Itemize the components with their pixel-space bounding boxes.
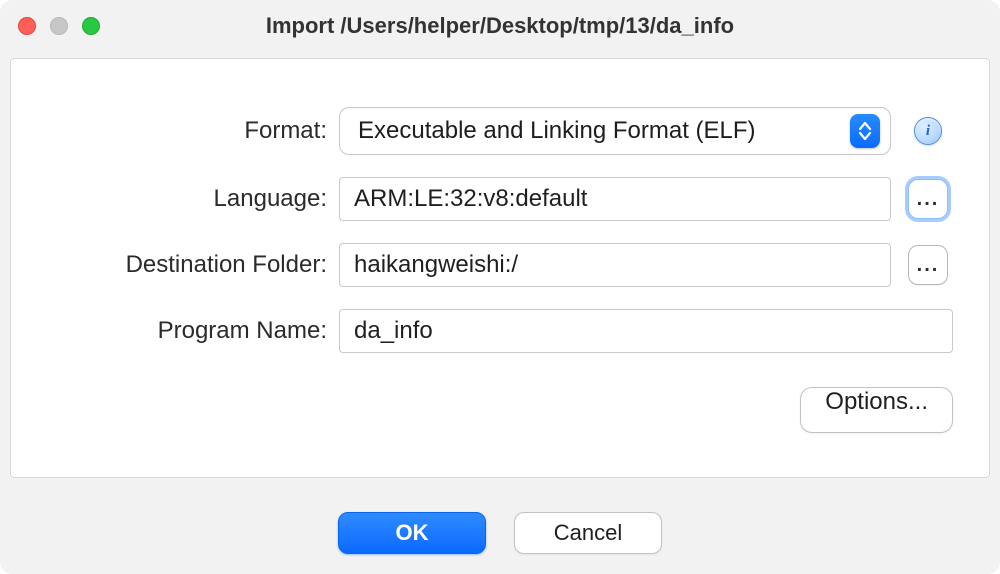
options-button[interactable]: Options... [800, 387, 953, 433]
format-select-value: Executable and Linking Format (ELF) [358, 117, 756, 145]
import-form: Format: Executable and Linking Format (E… [47, 107, 953, 353]
language-value: ARM:LE:32:v8:default [354, 185, 587, 213]
language-label: Language: [47, 185, 327, 213]
maximize-window-icon[interactable] [82, 17, 100, 35]
info-icon[interactable]: i [914, 117, 942, 145]
window-controls [18, 17, 100, 35]
cancel-button[interactable]: Cancel [514, 512, 662, 554]
destination-folder-value: haikangweishi:/ [354, 251, 518, 279]
format-label: Format: [47, 117, 327, 145]
language-browse-button[interactable]: ... [908, 179, 948, 219]
chevron-up-down-icon [850, 114, 880, 148]
program-name-label: Program Name: [47, 317, 327, 345]
destination-folder-label: Destination Folder: [47, 251, 327, 279]
destination-folder-field[interactable]: haikangweishi:/ [339, 243, 891, 287]
close-window-icon[interactable] [18, 17, 36, 35]
program-name-field[interactable]: da_info [339, 309, 953, 353]
program-name-value: da_info [354, 317, 433, 345]
window-title: Import /Users/helper/Desktop/tmp/13/da_i… [0, 13, 1000, 39]
ok-button[interactable]: OK [338, 512, 486, 554]
language-field[interactable]: ARM:LE:32:v8:default [339, 177, 891, 221]
import-dialog-window: Import /Users/helper/Desktop/tmp/13/da_i… [0, 0, 1000, 574]
minimize-window-icon [50, 17, 68, 35]
format-select[interactable]: Executable and Linking Format (ELF) [339, 107, 891, 155]
dialog-footer: OK Cancel [0, 492, 1000, 574]
title-bar: Import /Users/helper/Desktop/tmp/13/da_i… [0, 0, 1000, 52]
options-row: Options... [47, 387, 953, 433]
destination-folder-browse-button[interactable]: ... [908, 245, 948, 285]
dialog-content: Format: Executable and Linking Format (E… [10, 58, 990, 478]
